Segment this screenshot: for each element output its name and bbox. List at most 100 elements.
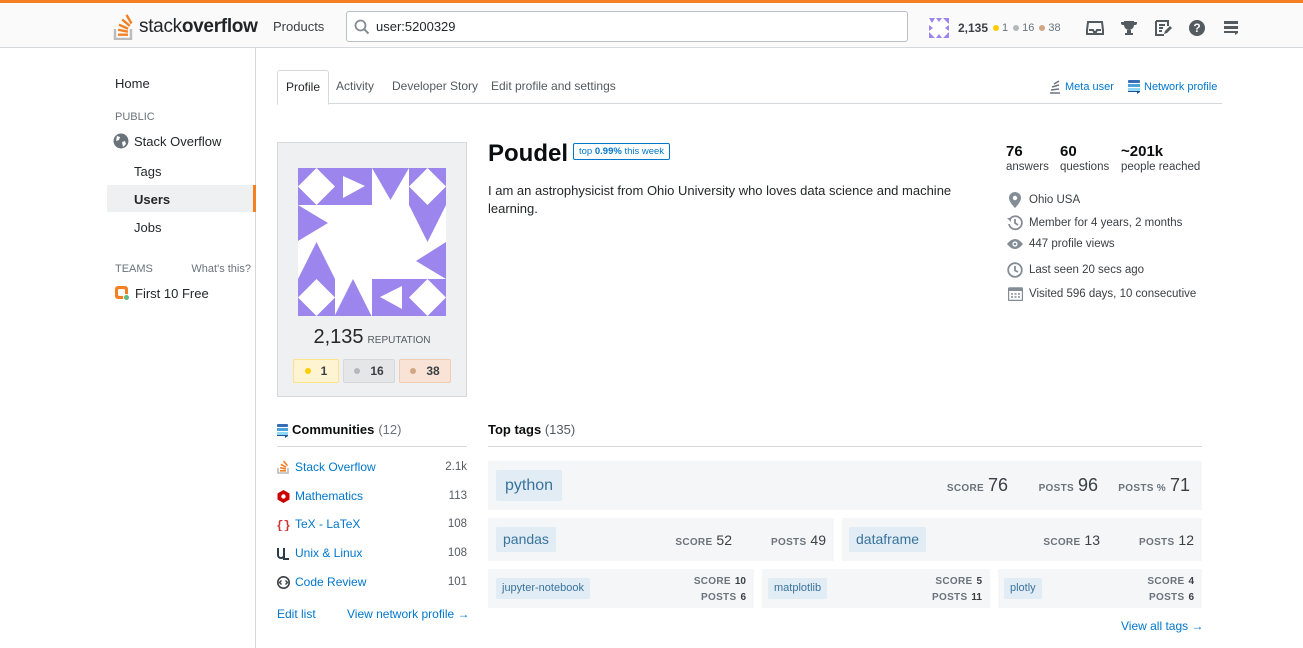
view-all-tags-link[interactable]: View all tags → xyxy=(1121,619,1203,633)
tag-row-tertiary: plotly SCORE 4 POSTS 6 xyxy=(998,569,1202,608)
tab-developer-story[interactable]: Developer Story xyxy=(384,70,486,104)
tag-score: SCORE 10 xyxy=(694,574,746,590)
answers-stat[interactable]: 76 answers xyxy=(1006,143,1049,173)
posts-label: POSTS xyxy=(701,592,737,603)
network-profile-label: Network profile xyxy=(1144,81,1218,93)
community-name: Stack Overflow xyxy=(295,460,376,474)
tag-row-secondary: pandas SCORE 52 POSTS 49 xyxy=(488,518,834,561)
top-badge-suffix: this week xyxy=(624,146,665,157)
meta-user-link[interactable]: Meta user xyxy=(1049,80,1114,94)
posts-label: POSTS xyxy=(1139,537,1175,548)
tab-edit-profile[interactable]: Edit profile and settings xyxy=(483,70,624,104)
avatar[interactable] xyxy=(298,168,446,316)
community-reputation: 108 xyxy=(447,547,467,559)
communities-header: Communities (12) xyxy=(277,422,467,447)
score-value: 76 xyxy=(987,475,1008,495)
sidebar-item-label: Users xyxy=(134,192,171,207)
score-value: 5 xyxy=(976,576,982,587)
posts-label: POSTS xyxy=(1149,592,1185,603)
answers-count: 76 xyxy=(1006,143,1023,160)
posts-value: 49 xyxy=(810,532,826,548)
site-switcher-icon[interactable] xyxy=(1214,17,1248,39)
silver-count: 16 xyxy=(1022,22,1035,34)
tag-score: SCORE 13 xyxy=(1043,532,1100,548)
score-label: SCORE xyxy=(1147,576,1185,587)
tag-posts: POSTS 96 xyxy=(1039,475,1098,496)
community-reputation: 113 xyxy=(448,490,467,502)
community-row-stack-overflow[interactable]: Stack Overflow 2.1k xyxy=(277,458,467,476)
community-row-unix[interactable]: Unix & Linux 108 xyxy=(277,544,467,562)
people-reached-label: people reached xyxy=(1121,161,1201,173)
gold-badge-count[interactable]: 1 xyxy=(293,359,339,383)
silver-count: 16 xyxy=(370,364,384,378)
member-for-row: Member for 4 years, 2 months xyxy=(1006,215,1182,231)
sidebar-item-stack-overflow[interactable]: Stack Overflow xyxy=(113,133,221,149)
stack-overflow-logo[interactable]: stackoverflow xyxy=(113,13,258,41)
questions-stat[interactable]: 60 questions xyxy=(1060,143,1109,173)
silver-badge-count[interactable]: 16 xyxy=(343,359,395,383)
tex-icon: {} xyxy=(277,519,290,531)
bronze-count: 38 xyxy=(426,364,440,378)
svg-text:?: ? xyxy=(1193,21,1200,35)
posts-value: 11 xyxy=(971,592,982,603)
reputation-value: 2,135 xyxy=(313,326,364,348)
tag-row-secondary: dataframe SCORE 13 POSTS 12 xyxy=(842,518,1202,561)
tag-pandas[interactable]: pandas xyxy=(496,527,556,552)
answers-label: answers xyxy=(1006,161,1049,173)
community-reputation: 2.1k xyxy=(445,461,467,473)
people-reached-stat: ~201k people reached xyxy=(1121,143,1200,173)
tab-profile[interactable]: Profile xyxy=(277,70,330,105)
eye-icon xyxy=(1006,238,1024,250)
identicon xyxy=(298,168,446,316)
sidebar-item-home[interactable]: Home xyxy=(115,76,150,91)
search-icon xyxy=(354,19,370,35)
tag-matplotlib[interactable]: matplotlib xyxy=(768,578,828,599)
bronze-badge-count[interactable]: 38 xyxy=(399,359,451,383)
view-network-profile-link[interactable]: View network profile → xyxy=(347,607,470,621)
community-row-code-review[interactable]: Code Review 101 xyxy=(277,573,467,591)
tag-python[interactable]: python xyxy=(496,470,563,501)
avatar xyxy=(928,17,950,39)
help-icon[interactable]: ? xyxy=(1180,17,1214,39)
mathematics-icon xyxy=(277,489,290,503)
sidebar-item-first-free[interactable]: First 10 Free xyxy=(114,285,209,301)
sidebar-item-users[interactable]: Users xyxy=(107,185,256,212)
tag-dataframe[interactable]: dataframe xyxy=(849,527,927,552)
edit-list-link[interactable]: Edit list xyxy=(277,607,316,621)
tab-activity[interactable]: Activity xyxy=(328,70,382,104)
sidebar-item-jobs[interactable]: Jobs xyxy=(134,220,161,235)
visited-row: Visited 596 days, 10 consecutive xyxy=(1006,286,1196,301)
bronze-count: 38 xyxy=(1048,22,1061,34)
search-input[interactable] xyxy=(376,12,896,41)
score-label: SCORE xyxy=(693,576,731,587)
posts-percent-label: POSTS % xyxy=(1118,483,1166,494)
tag-jupyter-notebook[interactable]: jupyter-notebook xyxy=(496,578,590,599)
achievements-icon[interactable] xyxy=(1112,17,1146,39)
tag-stats: SCORE 10 POSTS 6 xyxy=(694,574,746,606)
community-row-tex[interactable]: {} TeX - LaTeX 108 xyxy=(277,515,467,533)
communities-count: (12) xyxy=(378,422,402,437)
search-box[interactable] xyxy=(346,11,908,42)
top-tags-count: (135) xyxy=(544,422,576,437)
silver-badge-icon xyxy=(354,368,361,374)
bronze-badge-icon xyxy=(1039,25,1046,31)
last-seen-text: Last seen 20 secs ago xyxy=(1029,264,1145,276)
network-profile-link[interactable]: Network profile xyxy=(1128,80,1217,94)
gold-badge-icon xyxy=(304,368,311,374)
community-reputation: 108 xyxy=(447,518,467,530)
sidebar-item-tags[interactable]: Tags xyxy=(134,164,161,179)
silver-badge-icon xyxy=(1013,25,1020,31)
whats-this-link[interactable]: What's this? xyxy=(191,263,251,275)
user-bio: I am an astrophysicist from Ohio Univers… xyxy=(488,183,952,216)
teams-icon xyxy=(115,286,130,301)
tag-posts: POSTS 12 xyxy=(1139,532,1194,548)
sidebar-section-teams: TEAMS xyxy=(115,263,153,275)
community-row-mathematics[interactable]: Mathematics 113 xyxy=(277,487,467,505)
community-reputation: 101 xyxy=(447,576,467,588)
products-menu[interactable]: Products xyxy=(262,13,335,41)
tag-plotly[interactable]: plotly xyxy=(1004,578,1042,599)
review-icon[interactable] xyxy=(1146,17,1180,39)
user-card-topbar[interactable]: 2,135 1 16 38 xyxy=(928,16,1061,40)
inbox-icon[interactable] xyxy=(1078,17,1112,39)
top-percent-badge[interactable]: top 0.99% this week xyxy=(573,143,671,160)
